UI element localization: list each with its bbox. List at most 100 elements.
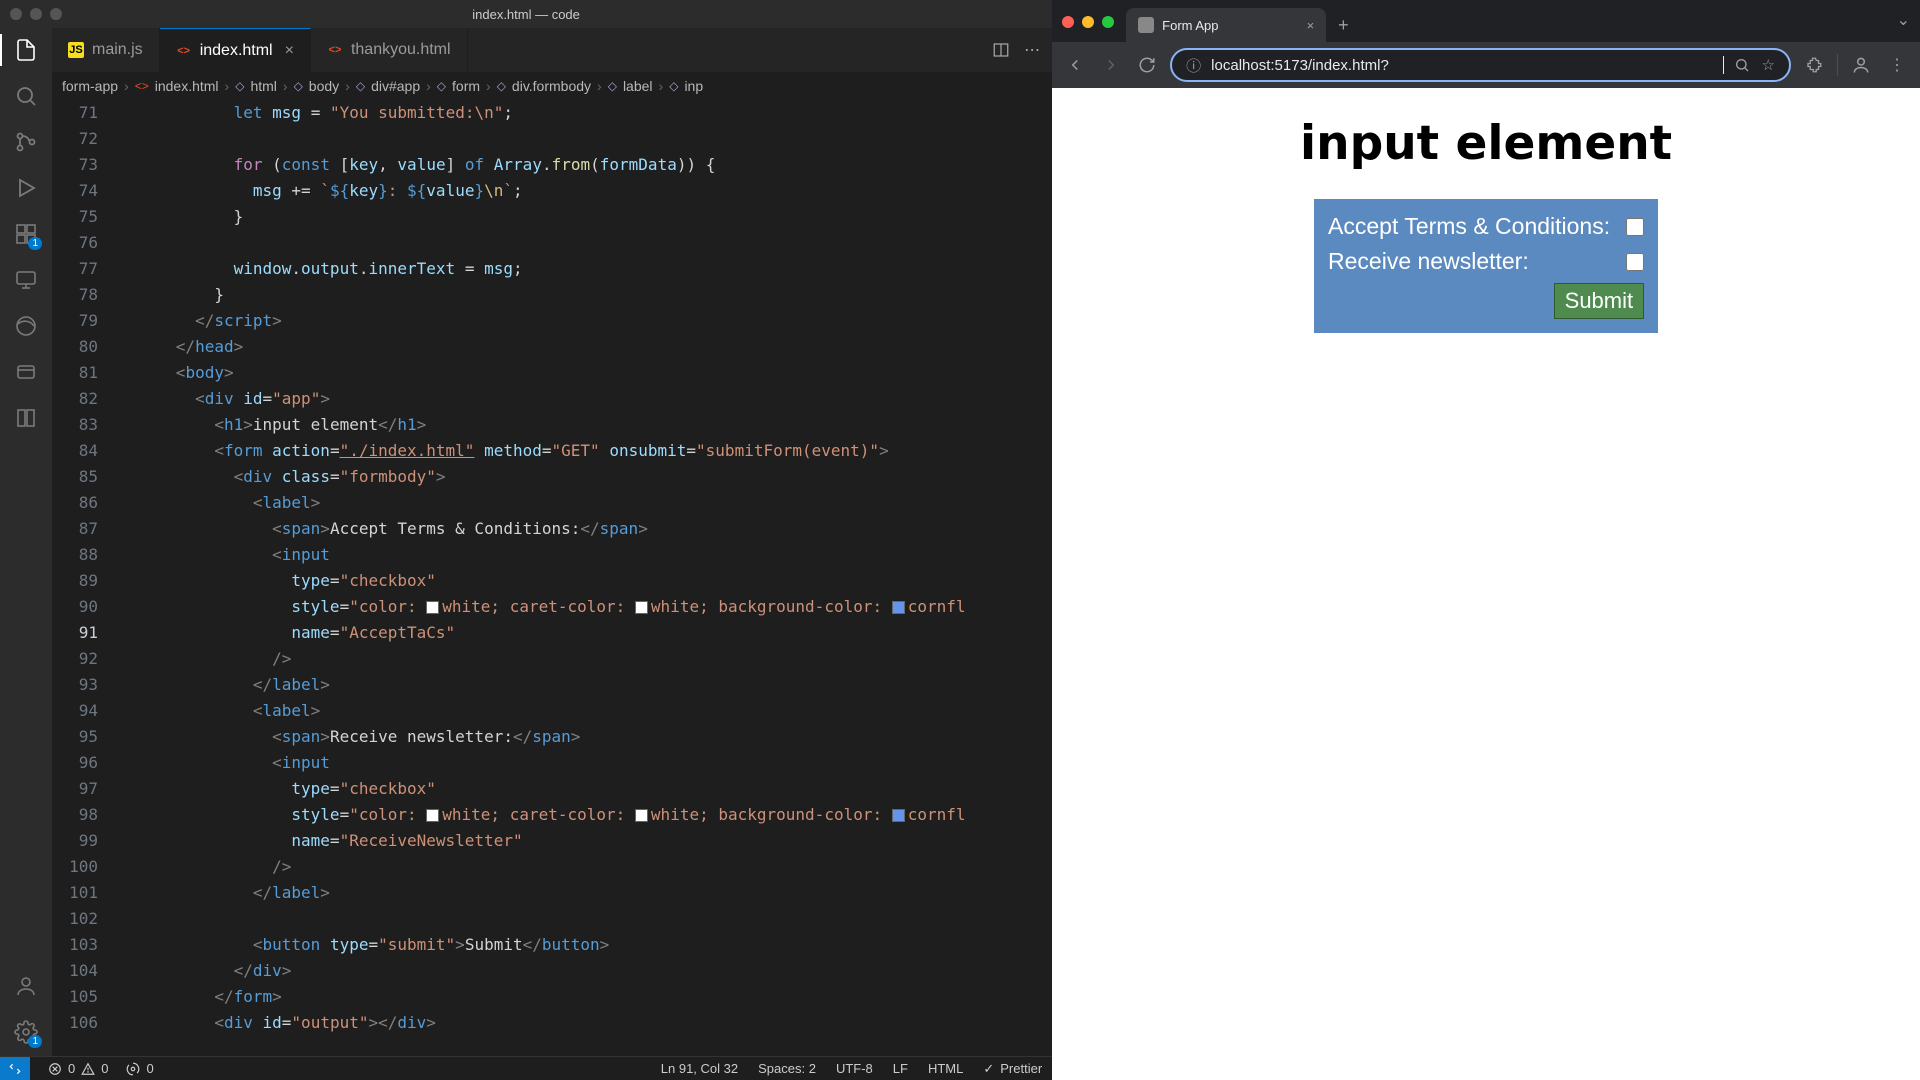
more-actions-icon[interactable]: ⋯ <box>1024 40 1040 60</box>
page-heading: input element <box>1300 116 1672 171</box>
source-control-icon[interactable] <box>12 128 40 156</box>
traffic-max-icon[interactable] <box>1102 16 1114 28</box>
line-number-gutter: 7172737475767778798081828384858687888990… <box>52 100 118 1056</box>
code-content[interactable]: let msg = "You submitted:\n"; for (const… <box>118 100 1052 1056</box>
browser-tab[interactable]: Form App × <box>1126 8 1326 42</box>
symbol-icon: ◇ <box>437 79 446 93</box>
language-mode[interactable]: HTML <box>928 1061 963 1076</box>
search-icon[interactable] <box>12 82 40 110</box>
symbol-icon: ◇ <box>235 79 244 93</box>
activity-bar: 1 1 <box>0 28 52 1056</box>
cursor-position[interactable]: Ln 91, Col 32 <box>661 1061 738 1076</box>
explorer-icon[interactable] <box>12 36 40 64</box>
problems-indicator[interactable]: 0 0 <box>48 1061 108 1076</box>
extensions-badge: 1 <box>28 237 42 250</box>
url-text[interactable]: localhost:5173/index.html? <box>1211 57 1712 74</box>
chrome-chevron-icon[interactable]: ⌄ <box>1897 10 1910 30</box>
breadcrumb-item[interactable]: index.html <box>155 78 219 94</box>
eol[interactable]: LF <box>893 1061 908 1076</box>
traffic-min-icon[interactable] <box>30 8 42 20</box>
address-bar[interactable]: ⓘ localhost:5173/index.html? ☆ <box>1170 48 1791 82</box>
tab-label: thankyou.html <box>351 41 451 59</box>
indent-setting[interactable]: Spaces: 2 <box>758 1061 816 1076</box>
breadcrumb-item[interactable]: div#app <box>371 78 420 94</box>
traffic-min-icon[interactable] <box>1082 16 1094 28</box>
account-icon[interactable] <box>12 972 40 1000</box>
prettier-status[interactable]: ✓ Prettier <box>983 1061 1042 1077</box>
tab-title: Form App <box>1162 18 1218 33</box>
tab-close-icon[interactable]: × <box>1307 18 1315 33</box>
tab-index-html[interactable]: <> index.html × <box>160 28 311 72</box>
symbol-icon: ◇ <box>294 79 303 93</box>
ports-indicator[interactable]: 0 <box>126 1061 153 1076</box>
zoom-icon[interactable] <box>1734 57 1750 73</box>
traffic-close-icon[interactable] <box>1062 16 1074 28</box>
reload-button[interactable] <box>1134 52 1160 78</box>
js-file-icon: JS <box>68 42 84 58</box>
submit-button[interactable]: Submit <box>1554 283 1644 319</box>
warning-count: 0 <box>101 1061 108 1076</box>
run-debug-icon[interactable] <box>12 174 40 202</box>
extensions-puzzle-icon[interactable] <box>1801 52 1827 78</box>
traffic-max-icon[interactable] <box>50 8 62 20</box>
activity-extra-icon[interactable] <box>12 358 40 386</box>
newsletter-label: Receive newsletter: <box>1328 248 1529 275</box>
breadcrumb-item[interactable]: form-app <box>62 78 118 94</box>
rendered-page: input element Accept Terms & Conditions:… <box>1300 116 1672 1080</box>
profile-avatar-icon[interactable] <box>1848 52 1874 78</box>
tab-label: main.js <box>92 41 143 59</box>
breadcrumb-item[interactable]: html <box>250 78 276 94</box>
html-file-icon: <> <box>327 42 343 58</box>
breadcrumb-item[interactable]: div.formbody <box>512 78 591 94</box>
settings-gear-icon[interactable]: 1 <box>12 1018 40 1046</box>
encoding[interactable]: UTF-8 <box>836 1061 873 1076</box>
text-cursor <box>1723 56 1724 74</box>
form-row-newsletter: Receive newsletter: <box>1328 248 1644 275</box>
newsletter-checkbox[interactable] <box>1626 253 1644 271</box>
editor-tabs: JS main.js <> index.html × <> thankyou.h… <box>52 28 1052 72</box>
chrome-tabstrip: Form App × + ⌄ <box>1052 0 1920 42</box>
breadcrumb[interactable]: form-app› <> index.html› ◇ html› ◇ body›… <box>52 72 1052 100</box>
vscode-traffic-lights[interactable] <box>10 8 62 20</box>
tab-close-icon[interactable]: × <box>285 42 294 60</box>
tab-main-js[interactable]: JS main.js <box>52 28 160 72</box>
ports-count: 0 <box>146 1061 153 1076</box>
breadcrumb-item[interactable]: body <box>309 78 339 94</box>
site-info-icon[interactable]: ⓘ <box>1186 55 1201 76</box>
terms-checkbox[interactable] <box>1626 218 1644 236</box>
breadcrumb-item[interactable]: inp <box>684 78 703 94</box>
bookmark-icon[interactable]: ☆ <box>1762 56 1775 74</box>
favicon-icon <box>1138 17 1154 33</box>
chrome-toolbar: ⓘ localhost:5173/index.html? ☆ ⋮ <box>1052 42 1920 88</box>
chrome-window: Form App × + ⌄ ⓘ localhost:5173/index.ht… <box>1052 0 1920 1080</box>
remote-explorer-icon[interactable] <box>12 266 40 294</box>
split-editor-icon[interactable] <box>992 41 1010 59</box>
settings-badge: 1 <box>28 1035 42 1048</box>
window-title: index.html — code <box>472 7 580 22</box>
chrome-traffic-lights[interactable] <box>1062 16 1114 28</box>
new-tab-button[interactable]: + <box>1326 15 1361 36</box>
form-row-terms: Accept Terms & Conditions: <box>1328 213 1644 240</box>
remote-indicator[interactable] <box>0 1057 30 1080</box>
extensions-icon[interactable]: 1 <box>12 220 40 248</box>
activity-extra2-icon[interactable] <box>12 404 40 432</box>
symbol-icon: ◇ <box>669 79 678 93</box>
code-editor[interactable]: 7172737475767778798081828384858687888990… <box>52 100 1052 1056</box>
symbol-icon: ◇ <box>497 79 506 93</box>
tab-thankyou-html[interactable]: <> thankyou.html <box>311 28 468 72</box>
vscode-titlebar: index.html — code <box>0 0 1052 28</box>
form-container: Accept Terms & Conditions: Receive newsl… <box>1314 199 1658 333</box>
editor-area: JS main.js <> index.html × <> thankyou.h… <box>52 28 1052 1056</box>
status-bar: 0 0 0 Ln 91, Col 32 Spaces: 2 UTF-8 LF H… <box>0 1056 1052 1080</box>
html-file-icon: <> <box>135 79 149 93</box>
breadcrumb-item[interactable]: form <box>452 78 480 94</box>
terms-label: Accept Terms & Conditions: <box>1328 213 1610 240</box>
back-button[interactable] <box>1062 52 1088 78</box>
breadcrumb-item[interactable]: label <box>623 78 653 94</box>
traffic-close-icon[interactable] <box>10 8 22 20</box>
forward-button[interactable] <box>1098 52 1124 78</box>
error-count: 0 <box>68 1061 75 1076</box>
chrome-menu-icon[interactable]: ⋮ <box>1884 52 1910 78</box>
vscode-window: index.html — code 1 <box>0 0 1052 1080</box>
edge-tools-icon[interactable] <box>12 312 40 340</box>
